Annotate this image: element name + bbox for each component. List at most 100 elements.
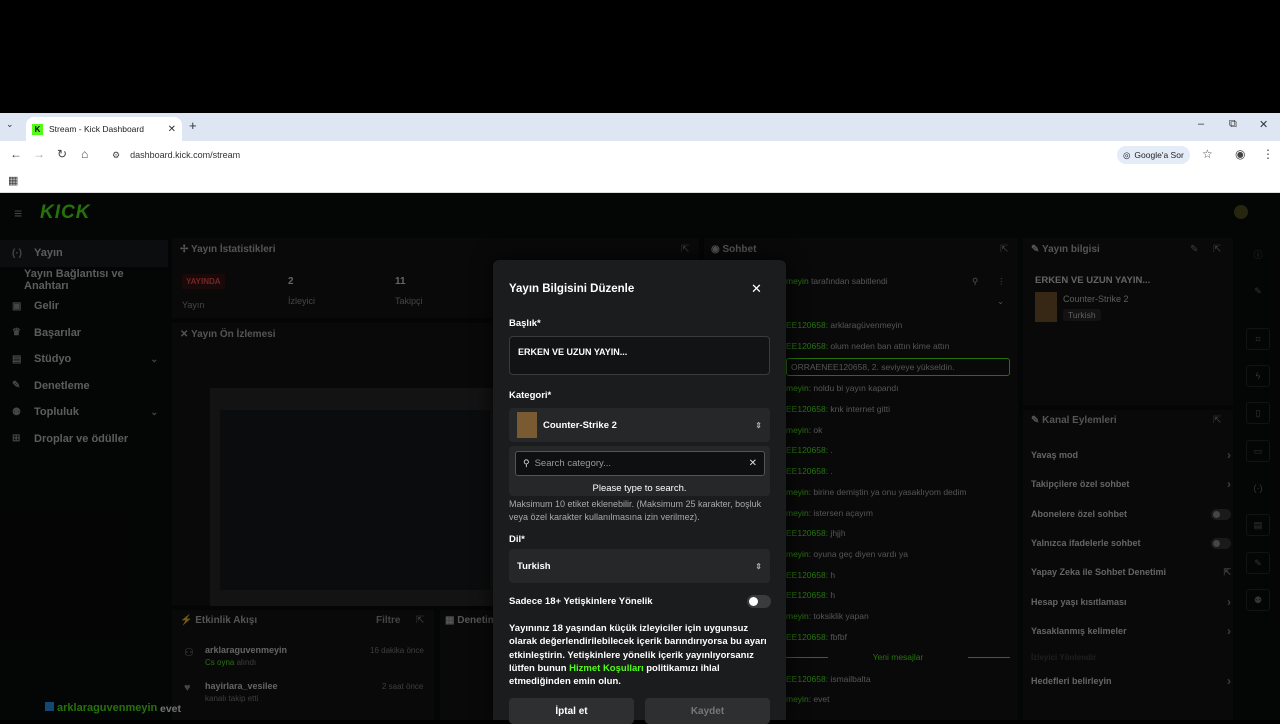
layers-icon[interactable]: ▤	[1246, 514, 1270, 536]
tab-title: Stream - Kick Dashboard	[49, 124, 144, 134]
sidebar-item-stream-key[interactable]: Yayın Bağlantısı ve Anahtarı	[0, 267, 168, 294]
filter-button[interactable]: Filtre	[376, 615, 400, 626]
sidebar-item-label: Stüdyo	[34, 353, 72, 366]
cancel-button[interactable]: İptal et	[509, 698, 634, 724]
sidebar-item-basarilar[interactable]: ♛ Başarılar	[0, 320, 168, 347]
home-icon[interactable]: ⌂	[81, 147, 88, 161]
chevron-down-icon[interactable]: ⌄	[997, 296, 1004, 307]
kick-favicon-icon: K	[32, 123, 43, 135]
viewers-label: İzleyici	[288, 296, 316, 306]
followers-value: 11	[395, 276, 406, 287]
bolt-icon[interactable]: ϟ	[1246, 365, 1270, 387]
bookmark-star-icon[interactable]: ☆	[1202, 147, 1213, 161]
close-icon[interactable]: ✕	[751, 281, 762, 297]
category-thumbnail	[1035, 292, 1057, 322]
expand-icon[interactable]: ⇱	[1213, 244, 1221, 255]
chat-message: EE120658: h	[786, 590, 836, 600]
reload-icon[interactable]: ↻	[57, 147, 67, 161]
info-icon[interactable]: ⓘ	[1246, 243, 1270, 265]
action-set-goals[interactable]: Hedefleri belirleyin ›	[1031, 674, 1231, 688]
action-followers-only[interactable]: Takipçilere özel sohbet ›	[1031, 477, 1231, 491]
language-select[interactable]: Turkish ⇕	[509, 549, 770, 583]
activity-title: ⚡ Etkinlik Akışı	[180, 615, 258, 626]
chat-icon[interactable]: ▭	[1246, 440, 1270, 462]
new-tab-icon[interactable]: +	[189, 118, 197, 133]
expand-icon[interactable]: ⇱	[1000, 244, 1008, 255]
google-lens-label: Google'a Sor	[1134, 150, 1184, 160]
crop-icon[interactable]: ⌗	[1246, 328, 1270, 350]
restore-icon[interactable]: ⧉	[1229, 118, 1237, 131]
site-info-icon[interactable]: ⚙	[112, 150, 120, 161]
url-field[interactable]: ⚙ dashboard.kick.com/stream	[106, 145, 1231, 165]
title-input[interactable]: ERKEN VE UZUN YAYIN...	[509, 336, 770, 375]
live-label: Yayın	[182, 300, 205, 310]
adult-warning: Yayınınız 18 yaşından küçük izleyiciler …	[509, 623, 767, 688]
overlay-chat-message: evet	[160, 703, 182, 715]
wrench-rail-icon[interactable]: ✎	[1246, 552, 1270, 574]
profile-icon[interactable]: ◉	[1235, 147, 1245, 161]
action-banned-words[interactable]: Yasaklanmış kelimeler ›	[1031, 624, 1231, 638]
hamburger-icon[interactable]: ≡	[14, 205, 22, 221]
toggle-switch[interactable]	[1211, 508, 1231, 520]
sidebar-item-droplar[interactable]: ⊞ Droplar ve ödüller	[0, 426, 168, 453]
event-time: 2 saat önce	[382, 682, 424, 691]
minimize-icon[interactable]: –	[1198, 118, 1204, 130]
stream-title-display: ERKEN VE UZUN YAYIN...	[1035, 275, 1151, 286]
sidebar-item-denetleme[interactable]: ✎ Denetleme	[0, 373, 168, 400]
category-search-input[interactable]: ⚲ Search category... ✕	[515, 451, 765, 476]
event-redeem-icon: ⚇	[184, 647, 194, 659]
category-value: Counter-Strike 2	[543, 419, 617, 431]
broadcast-rail-icon[interactable]: (·)	[1246, 477, 1270, 499]
expand-icon[interactable]: ⇱	[416, 615, 424, 626]
chevron-right-icon: ›	[1227, 595, 1231, 609]
sidebar-item-label: Gelir	[34, 300, 60, 313]
adult-toggle[interactable]	[747, 595, 771, 608]
search-hint: Please type to search.	[592, 483, 687, 494]
chat-message: EE120658: arklaragüvenmeyin	[786, 320, 903, 330]
action-account-age[interactable]: Hesap yaşı kısıtlaması ›	[1031, 595, 1231, 609]
chat-message: meyin: birine demiştin ya onu yasaklıyom…	[786, 487, 967, 497]
google-lens-button[interactable]: ◎ Google'a Sor	[1117, 146, 1190, 164]
sidebar-item-yayin[interactable]: (·) Yayın	[0, 240, 168, 267]
document-icon[interactable]: ▯	[1246, 402, 1270, 424]
browser-tab[interactable]: K Stream - Kick Dashboard ✕	[26, 117, 182, 141]
chat-message: meyin: toksiklik yapan	[786, 611, 869, 621]
category-select[interactable]: Counter-Strike 2 ⇕	[509, 408, 770, 442]
chevron-down-icon: ⌄	[150, 406, 158, 417]
sidebar-item-studyo[interactable]: ▤ Stüdyo ⌄	[0, 346, 168, 373]
clear-search-icon[interactable]: ✕	[749, 458, 757, 469]
terms-link[interactable]: Hizmet Koşulları	[569, 663, 643, 674]
action-subscribers-only[interactable]: Abonelere özel sohbet	[1031, 507, 1231, 521]
save-button[interactable]: Kaydet	[645, 698, 770, 724]
modal-title: Yayın Bilgisini Düzenle	[509, 283, 635, 295]
user-avatar[interactable]	[1234, 205, 1248, 219]
back-icon[interactable]: ←	[10, 147, 22, 161]
pin-icon[interactable]: ⚲	[972, 276, 978, 287]
expand-icon[interactable]: ⇱	[681, 244, 689, 255]
action-slow-mode[interactable]: Yavaş mod ›	[1031, 448, 1231, 462]
expand-icon[interactable]: ⇱	[1213, 415, 1221, 426]
toggle-switch[interactable]	[1211, 537, 1231, 549]
heart-icon: ♥	[184, 682, 191, 694]
action-emote-only[interactable]: Yalnızca ifadelerle sohbet	[1031, 536, 1231, 550]
pencil-icon[interactable]: ✎	[1246, 280, 1270, 302]
more-icon[interactable]: ⋮	[997, 276, 1006, 287]
gift-icon: ⊞	[12, 433, 21, 445]
edit-icon[interactable]: ✎	[1190, 244, 1198, 255]
apps-grid-icon[interactable]: ▦	[8, 174, 18, 187]
close-tab-icon[interactable]: ✕	[168, 124, 176, 135]
action-ai-moderation[interactable]: Yapay Zeka ile Sohbet Denetimi ⇱	[1031, 565, 1231, 579]
tags-note: Maksimum 10 etiket eklenebilir. (Maksimu…	[509, 499, 762, 522]
kick-logo[interactable]: KICK	[40, 202, 90, 224]
chat-message: meyin: istersen açayım	[786, 508, 873, 518]
users-rail-icon[interactable]: ⚉	[1246, 589, 1270, 611]
chat-message: EE120658: h	[786, 570, 836, 580]
menu-dots-icon[interactable]: ⋮	[1262, 147, 1274, 161]
chat-message: meyin: noldu bi yayın kapandı	[786, 383, 899, 393]
sidebar-item-gelir[interactable]: ▣ Gelir	[0, 293, 168, 320]
tab-search-icon[interactable]: ⌄	[6, 119, 14, 130]
forward-icon[interactable]: →	[33, 147, 45, 161]
pinned-message: meyin tarafından sabitlendi	[786, 276, 888, 286]
sidebar-item-topluluk[interactable]: ⚉ Topluluk ⌄	[0, 399, 168, 426]
window-close-icon[interactable]: ✕	[1259, 118, 1268, 131]
